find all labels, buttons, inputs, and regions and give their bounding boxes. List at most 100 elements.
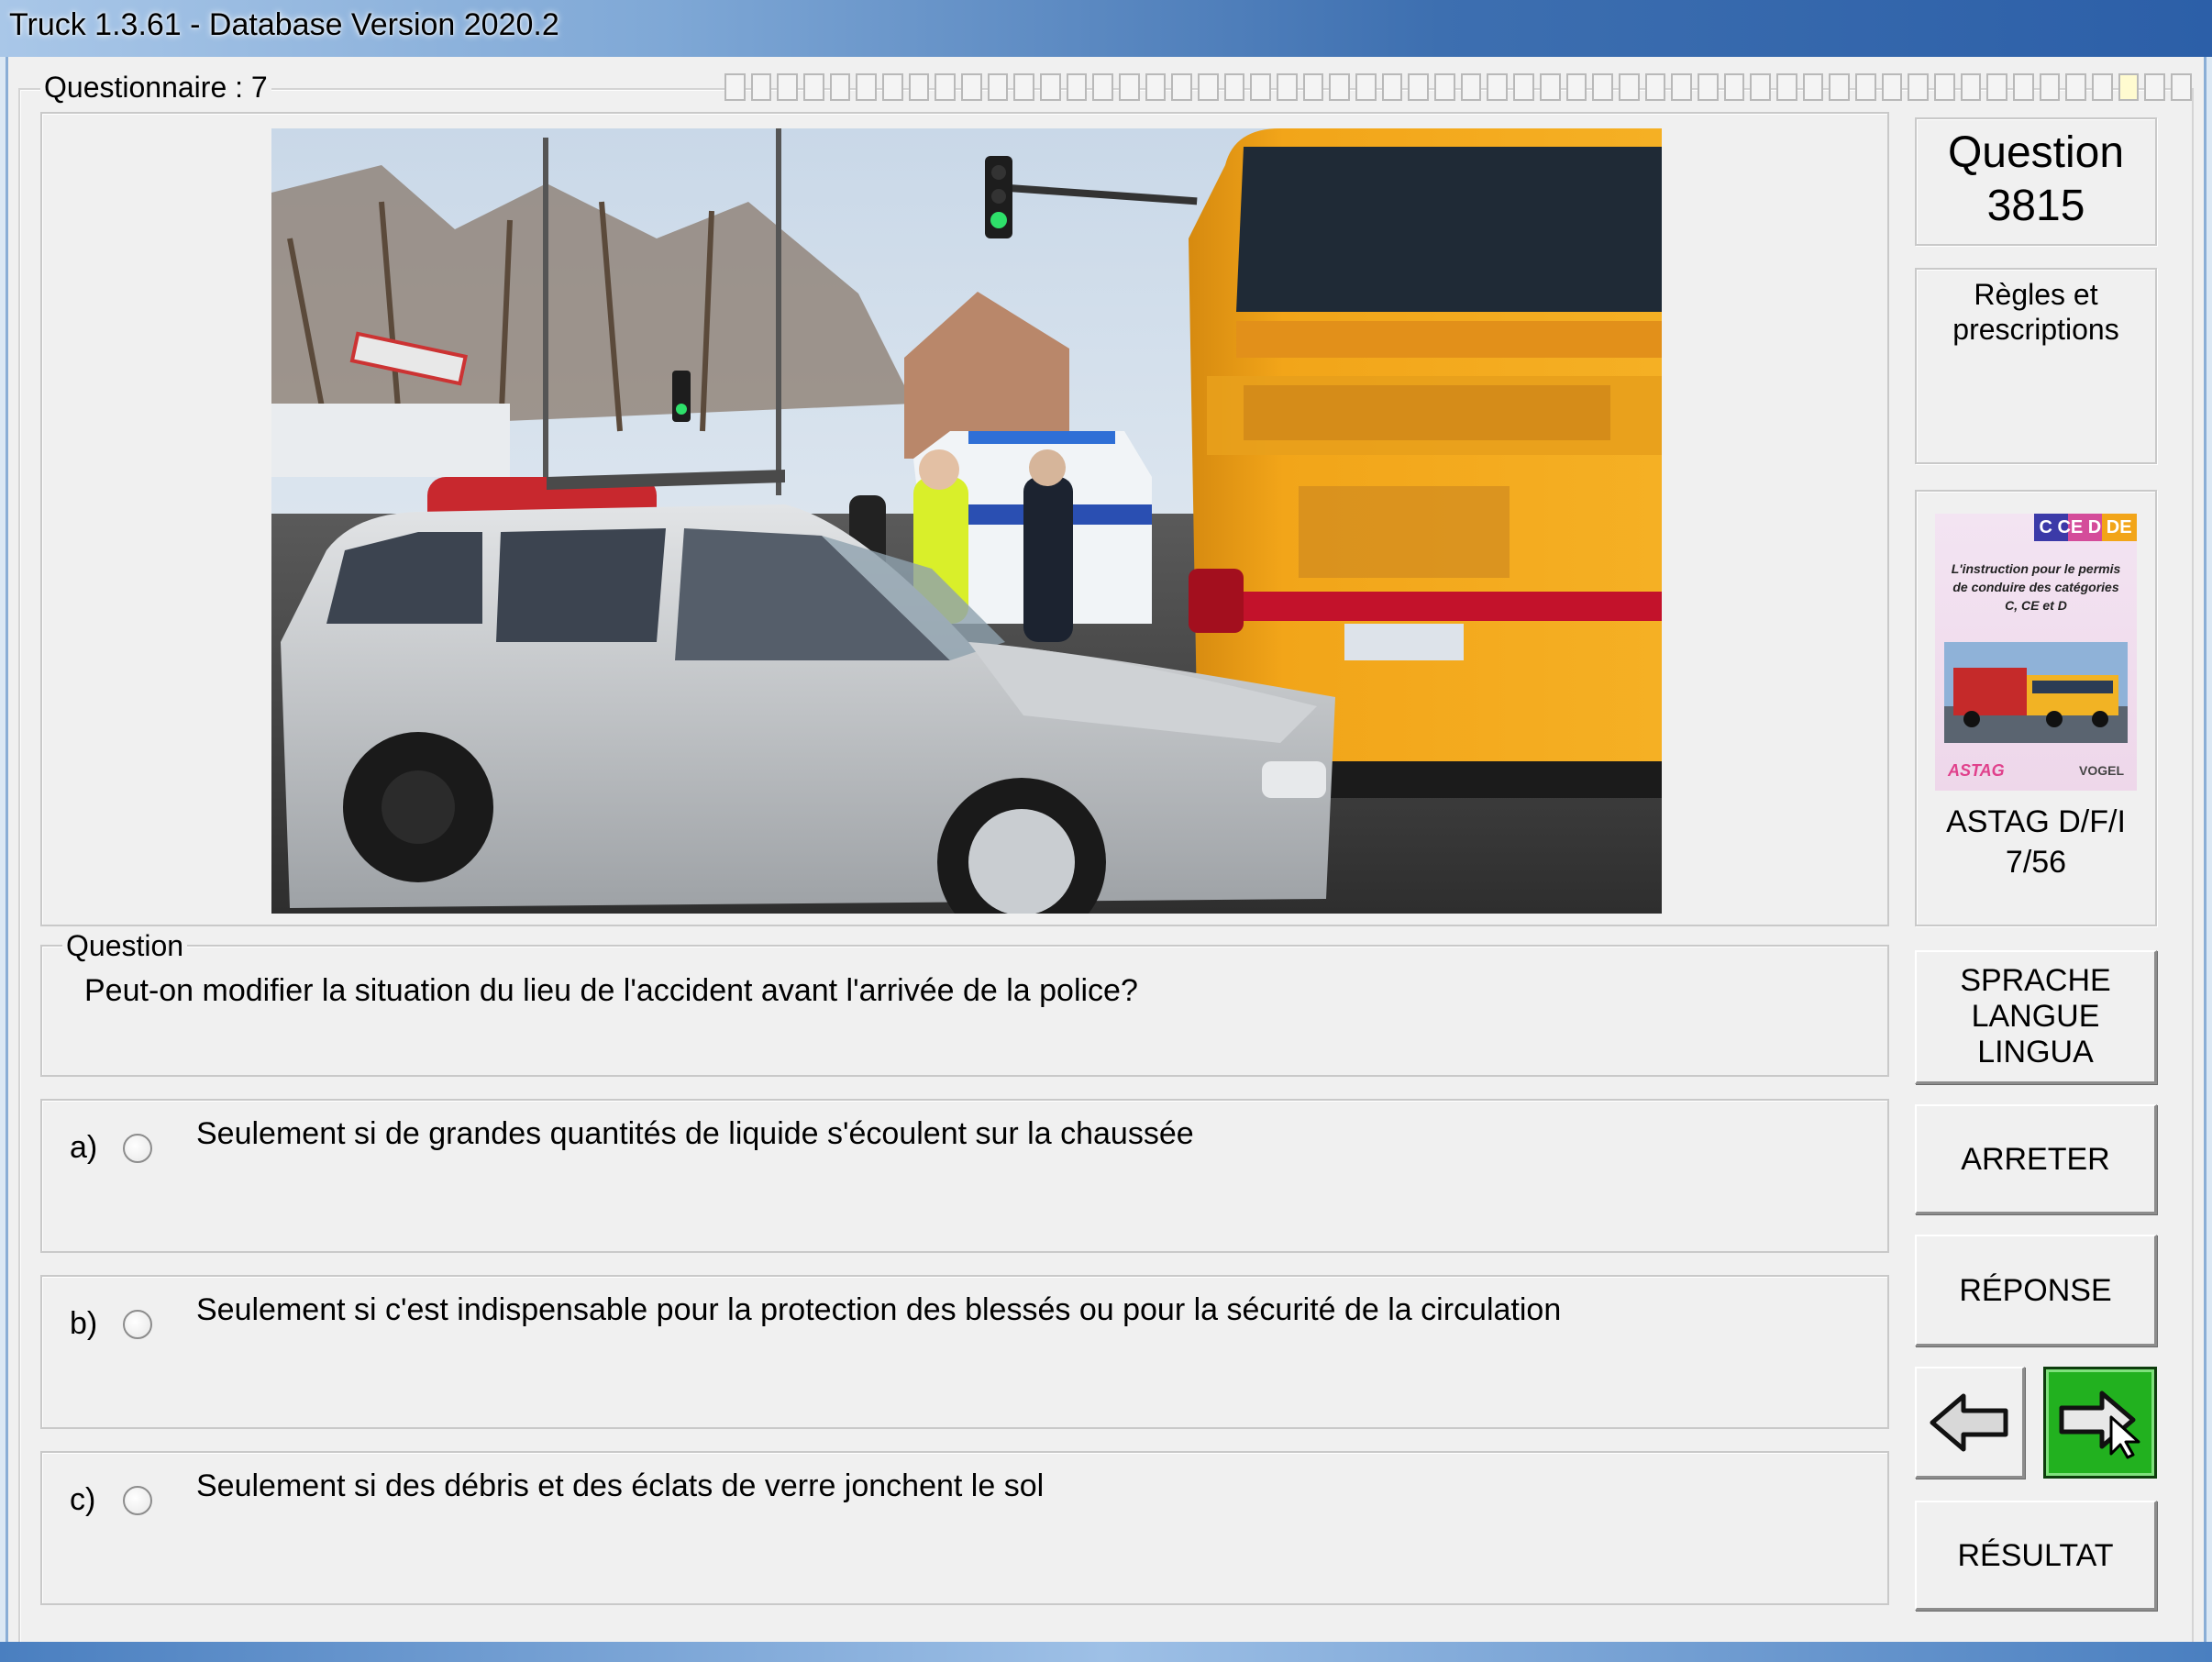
language-label-fr: LANGUE bbox=[1971, 999, 2100, 1034]
progress-segment bbox=[1119, 73, 1140, 101]
book-publisher-left: ASTAG bbox=[1948, 761, 2005, 780]
progress-segment bbox=[1829, 73, 1850, 101]
progress-segment bbox=[1802, 73, 1824, 101]
progress-segment bbox=[1355, 73, 1377, 101]
answer-text: Seulement si des débris et des éclats de… bbox=[196, 1468, 1045, 1503]
book-label-line2: 7/56 bbox=[2005, 845, 2067, 880]
left-arrow-icon bbox=[1930, 1393, 2007, 1451]
question-category: Règles et prescriptions bbox=[1915, 268, 2157, 464]
progress-segment bbox=[1092, 73, 1114, 101]
progress-segment bbox=[1644, 73, 1666, 101]
title-bar: Truck 1.3.61 - Database Version 2020.2 bbox=[0, 0, 2212, 57]
progress-segment bbox=[856, 73, 878, 101]
progress-segment bbox=[1750, 73, 1771, 101]
progress-segment bbox=[1881, 73, 1903, 101]
progress-bar bbox=[724, 73, 2192, 101]
result-button[interactable]: RÉSULTAT bbox=[1915, 1501, 2157, 1611]
answer-text: Seulement si c'est indispensable pour la… bbox=[196, 1292, 1562, 1327]
book-cover: C CE D DE L'instruction pour le permis d… bbox=[1935, 514, 2137, 791]
progress-segment bbox=[882, 73, 903, 101]
progress-segment bbox=[1933, 73, 1955, 101]
progress-segment bbox=[2091, 73, 2113, 101]
language-button[interactable]: SPRACHE LANGUE LINGUA bbox=[1915, 950, 2157, 1084]
progress-segment bbox=[1986, 73, 2007, 101]
progress-segment bbox=[1223, 73, 1245, 101]
book-reference: C CE D DE L'instruction pour le permis d… bbox=[1915, 490, 2157, 926]
truck-bus-image bbox=[1944, 642, 2128, 743]
window-bottom-edge bbox=[0, 1642, 2212, 1662]
progress-segment bbox=[803, 73, 824, 101]
progress-segment bbox=[1302, 73, 1324, 101]
question-number: 3815 bbox=[1986, 182, 2085, 230]
answer-radio-a[interactable] bbox=[123, 1134, 152, 1163]
progress-segment bbox=[908, 73, 930, 101]
question-text: Peut-on modifier la situation du lieu de… bbox=[84, 973, 1138, 1008]
progress-segment bbox=[1066, 73, 1088, 101]
progress-segment bbox=[1539, 73, 1561, 101]
progress-segment bbox=[1565, 73, 1587, 101]
progress-segment bbox=[2144, 73, 2165, 101]
right-arrow-icon bbox=[2059, 1391, 2140, 1459]
answer-radio-b[interactable] bbox=[123, 1310, 152, 1339]
accident-photo bbox=[271, 128, 1662, 914]
progress-segment bbox=[2170, 73, 2192, 101]
progress-segment bbox=[2065, 73, 2086, 101]
book-cover-text: L'instruction pour le permis de conduire… bbox=[1951, 561, 2121, 613]
next-button[interactable] bbox=[2043, 1367, 2157, 1479]
progress-segment bbox=[1618, 73, 1640, 101]
question-number-label: Question bbox=[1947, 128, 2125, 177]
language-label-de: SPRACHE bbox=[1960, 963, 2111, 998]
progress-segment bbox=[1171, 73, 1193, 101]
answer-text: Seulement si de grandes quantités de liq… bbox=[196, 1116, 1194, 1151]
progress-segment bbox=[1381, 73, 1403, 101]
progress-segment bbox=[750, 73, 772, 101]
progress-segment bbox=[1697, 73, 1719, 101]
progress-segment bbox=[1592, 73, 1613, 101]
progress-segment bbox=[1854, 73, 1876, 101]
answer-letter: a) bbox=[70, 1130, 98, 1165]
book-badge: C CE D DE bbox=[2034, 514, 2137, 541]
answer-radio-c[interactable] bbox=[123, 1486, 152, 1515]
progress-segment bbox=[1775, 73, 1797, 101]
progress-segment bbox=[1408, 73, 1430, 101]
progress-segment bbox=[1487, 73, 1509, 101]
progress-segment bbox=[2039, 73, 2061, 101]
book-label: ASTAG D/F/I 7/56 bbox=[1917, 802, 2155, 882]
progress-segment bbox=[1671, 73, 1692, 101]
progress-segment bbox=[1198, 73, 1219, 101]
progress-segment bbox=[1277, 73, 1298, 101]
progress-segment bbox=[2118, 73, 2140, 101]
answer-option-c[interactable]: c) Seulement si des débris et des éclats… bbox=[40, 1451, 1889, 1605]
progress-segment bbox=[935, 73, 957, 101]
progress-segment bbox=[1145, 73, 1167, 101]
progress-segment bbox=[1013, 73, 1035, 101]
question-legend: Question bbox=[62, 930, 188, 961]
answer-letter: b) bbox=[70, 1306, 98, 1341]
progress-segment bbox=[724, 73, 746, 101]
answer-option-a[interactable]: a) Seulement si de grandes quantités de … bbox=[40, 1099, 1889, 1253]
answer-option-b[interactable]: b) Seulement si c'est indispensable pour… bbox=[40, 1275, 1889, 1429]
progress-segment bbox=[829, 73, 851, 101]
progress-segment bbox=[1329, 73, 1351, 101]
progress-segment bbox=[1434, 73, 1455, 101]
progress-segment bbox=[961, 73, 982, 101]
answer-button[interactable]: RÉPONSE bbox=[1915, 1235, 2157, 1346]
previous-button[interactable] bbox=[1915, 1367, 2025, 1479]
progress-segment bbox=[2012, 73, 2034, 101]
stop-button[interactable]: ARRETER bbox=[1915, 1104, 2157, 1214]
book-publisher-right: VOGEL bbox=[2078, 763, 2124, 778]
language-label-it: LINGUA bbox=[1977, 1035, 2094, 1069]
book-label-line1: ASTAG D/F/I bbox=[1946, 804, 2126, 839]
progress-segment bbox=[1250, 73, 1272, 101]
questionnaire-label: Questionnaire : 7 bbox=[40, 72, 271, 103]
question-number-box: Question 3815 bbox=[1915, 117, 2157, 246]
progress-segment bbox=[1513, 73, 1534, 101]
progress-segment bbox=[1960, 73, 1982, 101]
window-title: Truck 1.3.61 - Database Version 2020.2 bbox=[9, 7, 559, 42]
progress-segment bbox=[1908, 73, 1929, 101]
progress-segment bbox=[1460, 73, 1482, 101]
progress-segment bbox=[1723, 73, 1745, 101]
answer-letter: c) bbox=[70, 1482, 96, 1517]
progress-segment bbox=[987, 73, 1009, 101]
question-group bbox=[40, 945, 1889, 1077]
